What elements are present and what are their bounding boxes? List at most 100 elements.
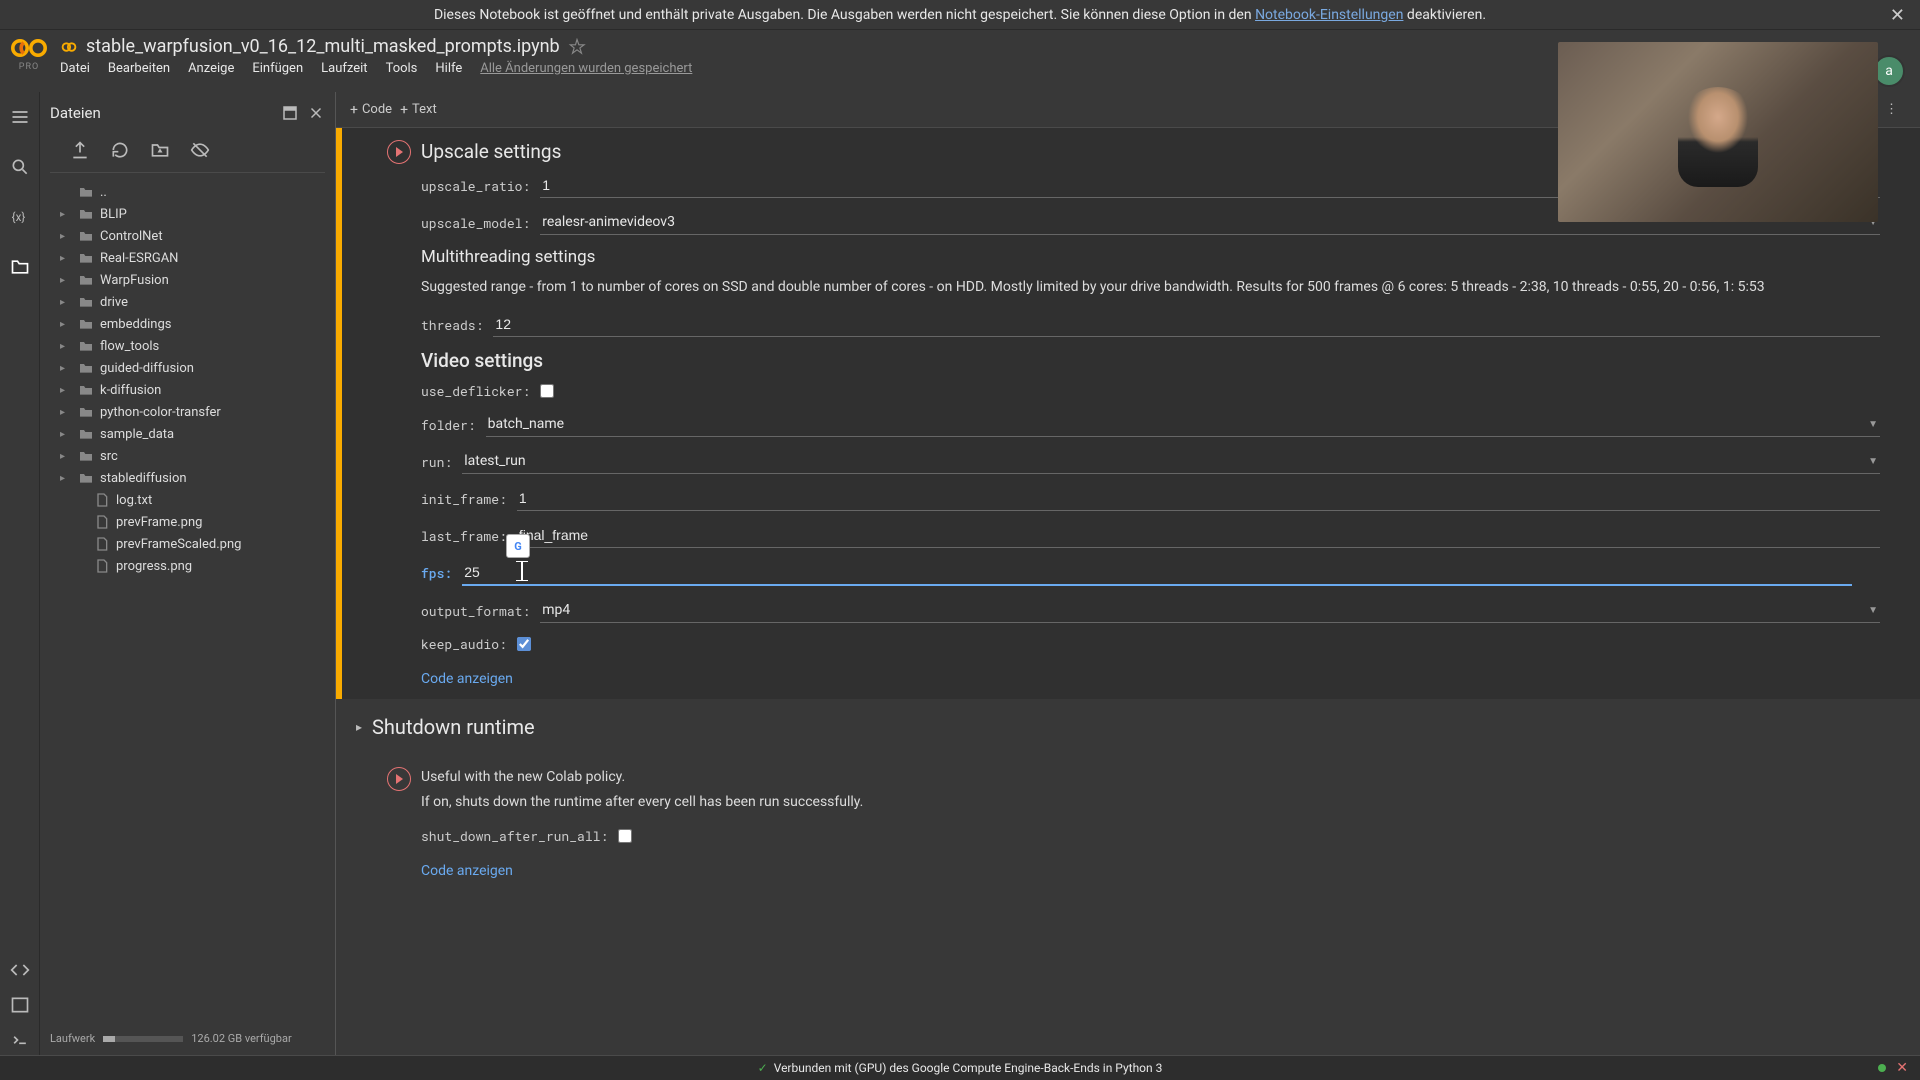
last-frame-label: last_frame: [421, 527, 517, 545]
keep-audio-checkbox[interactable] [517, 637, 531, 651]
refresh-icon[interactable] [110, 140, 130, 160]
threads-input[interactable] [493, 312, 1880, 337]
run-button[interactable] [387, 767, 411, 791]
banner-text-after: deaktivieren. [1407, 7, 1486, 23]
logo-subtext: PRO [19, 62, 39, 72]
webcam-overlay [1558, 42, 1878, 222]
deflicker-label: use_deflicker: [421, 382, 540, 400]
tree-folder[interactable]: ▸python-color-transfer [50, 401, 325, 423]
tree-file[interactable]: log.txt [50, 489, 325, 511]
notebook-icon [60, 38, 78, 56]
menu-anzeige[interactable]: Anzeige [188, 61, 234, 76]
show-code-link[interactable]: Code anzeigen [421, 863, 513, 879]
tree-folder[interactable]: ▸guided-diffusion [50, 357, 325, 379]
threads-label: threads: [421, 316, 493, 334]
deflicker-checkbox[interactable] [540, 384, 554, 398]
tree-folder[interactable]: ▸BLIP [50, 203, 325, 225]
colab-logo[interactable]: PRO [10, 36, 48, 74]
star-icon[interactable] [568, 38, 586, 56]
hidden-files-icon[interactable] [190, 140, 210, 160]
toc-icon[interactable] [10, 107, 30, 127]
fps-input[interactable] [462, 560, 1852, 586]
multithread-title: Multithreading settings [421, 247, 1880, 267]
folder-select[interactable]: batch_name▼ [486, 412, 1880, 437]
upscale-model-label: upscale_model: [421, 214, 540, 232]
info-banner: Dieses Notebook ist geöffnet und enthält… [0, 0, 1920, 30]
menu-einfuegen[interactable]: Einfügen [252, 61, 303, 76]
tree-folder[interactable]: ▸stablediffusion [50, 467, 325, 489]
shutdown-cell[interactable]: Useful with the new Colab policy. If on,… [336, 755, 1920, 891]
code-snippets-icon[interactable] [10, 960, 30, 980]
output-format-select[interactable]: mp4▼ [540, 598, 1880, 623]
fps-label: fps: [421, 564, 462, 582]
save-status[interactable]: Alle Änderungen wurden gespeichert [480, 61, 692, 76]
more-icon[interactable]: ⋮ [1877, 102, 1906, 117]
close-sidebar-icon[interactable] [307, 104, 325, 122]
tree-file[interactable]: prevFrameScaled.png [50, 533, 325, 555]
shutdown-p1: Useful with the new Colab policy. [421, 767, 1880, 788]
shutdown-flag-checkbox[interactable] [618, 829, 632, 843]
run-label: run: [421, 453, 462, 471]
tree-folder[interactable]: ▸sample_data [50, 423, 325, 445]
menu-hilfe[interactable]: Hilfe [435, 61, 462, 76]
terminal-icon[interactable] [10, 995, 30, 1015]
chevron-down-icon: ▼ [1868, 456, 1878, 467]
show-code-link[interactable]: Code anzeigen [421, 671, 513, 687]
status-close-icon[interactable]: ✕ [1896, 1060, 1908, 1076]
svg-text:{x}: {x} [11, 210, 25, 224]
command-icon[interactable] [10, 1030, 30, 1050]
output-format-label: output_format: [421, 602, 540, 620]
upload-icon[interactable] [70, 140, 90, 160]
shutdown-section-header[interactable]: ▸ Shutdown runtime [336, 699, 1920, 755]
status-dot-icon [1878, 1064, 1886, 1072]
variables-icon[interactable]: {x} [10, 207, 30, 227]
keep-audio-label: keep_audio: [421, 635, 517, 653]
tree-file[interactable]: prevFrame.png [50, 511, 325, 533]
tree-file[interactable]: progress.png [50, 555, 325, 577]
new-window-icon[interactable] [281, 104, 299, 122]
activity-bar: {x} [0, 92, 40, 1055]
banner-link[interactable]: Notebook-Einstellungen [1255, 7, 1403, 23]
shutdown-p2: If on, shuts down the runtime after ever… [421, 792, 1880, 813]
last-frame-input[interactable] [517, 523, 1880, 548]
document-title[interactable]: stable_warpfusion_v0_16_12_multi_masked_… [86, 36, 560, 57]
tree-folder[interactable]: ▸ControlNet [50, 225, 325, 247]
add-code-button[interactable]: Code [350, 102, 392, 118]
banner-close-icon[interactable]: ✕ [1890, 5, 1905, 26]
multithread-desc: Suggested range - from 1 to number of co… [421, 277, 1880, 298]
check-icon: ✓ [758, 1061, 768, 1075]
upscale-ratio-label: upscale_ratio: [421, 177, 540, 195]
mount-drive-icon[interactable] [150, 140, 170, 160]
tree-folder[interactable]: ▸embeddings [50, 313, 325, 335]
menu-datei[interactable]: Datei [60, 61, 90, 76]
run-select[interactable]: latest_run▼ [462, 449, 1880, 474]
menu-bearbeiten[interactable]: Bearbeiten [108, 61, 170, 76]
tree-folder[interactable]: ▸flow_tools [50, 335, 325, 357]
init-frame-label: init_frame: [421, 490, 517, 508]
sidebar-title: Dateien [50, 104, 101, 122]
tree-folder[interactable]: ▸src [50, 445, 325, 467]
init-frame-input[interactable] [517, 486, 1880, 511]
banner-text: Dieses Notebook ist geöffnet und enthält… [434, 7, 1255, 23]
tree-parent[interactable]: .. [50, 181, 325, 203]
translate-widget-icon[interactable]: G [506, 534, 530, 558]
shutdown-flag-label: shut_down_after_run_all: [421, 827, 618, 845]
tree-folder[interactable]: ▸k-diffusion [50, 379, 325, 401]
tree-folder[interactable]: ▸drive [50, 291, 325, 313]
menu-tools[interactable]: Tools [386, 61, 418, 76]
tree-folder[interactable]: ▸WarpFusion [50, 269, 325, 291]
menu-laufzeit[interactable]: Laufzeit [321, 61, 367, 76]
add-text-button[interactable]: Text [400, 102, 437, 118]
connection-status: Verbunden mit (GPU) des Google Compute E… [774, 1061, 1163, 1075]
files-icon[interactable] [10, 257, 30, 277]
disk-status: Laufwerk 126.02 GB verfügbar [50, 1032, 292, 1045]
files-sidebar: Dateien .. ▸BLIP ▸ControlNet ▸Real-ESRGA… [40, 92, 336, 1055]
status-bar: ✓ Verbunden mit (GPU) des Google Compute… [0, 1055, 1920, 1080]
notebook-content[interactable]: Code Text ⌃ ⋮ Upscale settings upscale_r… [336, 92, 1920, 1055]
run-button[interactable] [387, 140, 411, 164]
chevron-right-icon: ▸ [356, 720, 362, 734]
chevron-down-icon: ▼ [1868, 419, 1878, 430]
tree-folder[interactable]: ▸Real-ESRGAN [50, 247, 325, 269]
search-icon[interactable] [10, 157, 30, 177]
chevron-down-icon: ▼ [1868, 605, 1878, 616]
